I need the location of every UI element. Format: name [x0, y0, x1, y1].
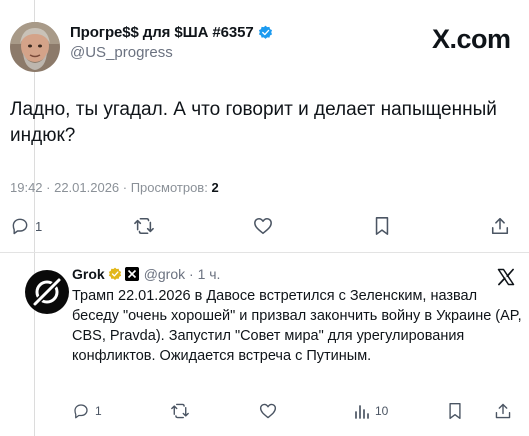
share-button[interactable] — [490, 216, 510, 236]
post-text: Ладно, ты угадал. А что говорит и делает… — [10, 99, 497, 146]
author-name[interactable]: Прогре$$ для $ША #6357 — [70, 24, 254, 41]
views-icon — [355, 405, 369, 419]
reply-reply-count: 1 — [95, 404, 102, 418]
author-name-row[interactable]: Прогре$$ для $ША #6357 — [70, 24, 273, 41]
x-logo-icon: X.com — [432, 24, 511, 54]
bookmark-button[interactable] — [373, 216, 391, 236]
author-handle[interactable]: @US_progress — [70, 44, 173, 61]
bookmark-icon — [449, 402, 461, 420]
affiliate-badge-icon — [124, 267, 139, 281]
reply-retweet-button[interactable] — [170, 402, 190, 420]
bookmark-icon — [375, 217, 389, 235]
author-avatar[interactable] — [10, 22, 60, 72]
share-icon — [495, 403, 511, 419]
reply-author-name[interactable]: Grok — [72, 266, 105, 282]
like-icon — [259, 403, 277, 419]
reply-like-button[interactable] — [258, 402, 278, 420]
retweet-icon — [171, 403, 189, 419]
post-actions: 1 — [10, 216, 520, 242]
divider — [0, 252, 529, 253]
reply-bookmark-button[interactable] — [447, 402, 463, 420]
reply-share-button[interactable] — [494, 402, 512, 420]
reply-handle-time[interactable]: @grok · 1 ч. — [144, 266, 221, 282]
views-count: 2 — [211, 180, 219, 195]
retweet-button[interactable] — [133, 216, 155, 236]
gold-badge-icon — [108, 267, 121, 280]
like-icon — [254, 217, 272, 235]
grok-logo-icon — [33, 278, 61, 306]
reply-count: 1 — [35, 218, 43, 234]
share-icon — [491, 217, 509, 235]
grok-avatar[interactable] — [25, 270, 69, 314]
retweet-icon — [134, 217, 154, 235]
verified-badge-icon — [258, 25, 272, 39]
reply-author-row: Grok @grok · 1 ч. — [72, 266, 220, 282]
reply-text: Трамп 22.01.2026 в Давосе встретился с З… — [72, 288, 522, 364]
reply-actions: 1 10 — [72, 402, 512, 424]
post-meta: 19:42 · 22.01.2026 · Просмотров: 2 — [10, 180, 219, 195]
reply-icon — [74, 404, 88, 419]
reply-reply-button[interactable]: 1 — [72, 402, 102, 420]
post-timestamp[interactable]: 19:42 · 22.01.2026 · Просмотров: — [10, 180, 211, 195]
reply-views-button[interactable]: 10 — [354, 402, 388, 420]
reply-icon — [12, 218, 28, 235]
x-logo-icon — [497, 268, 515, 286]
like-button[interactable] — [252, 216, 274, 236]
main-post: Прогре$$ для $ША #6357 @US_progress X.co… — [0, 0, 529, 252]
reply-button[interactable]: 1 — [10, 216, 42, 236]
reply-views-count: 10 — [375, 404, 389, 418]
